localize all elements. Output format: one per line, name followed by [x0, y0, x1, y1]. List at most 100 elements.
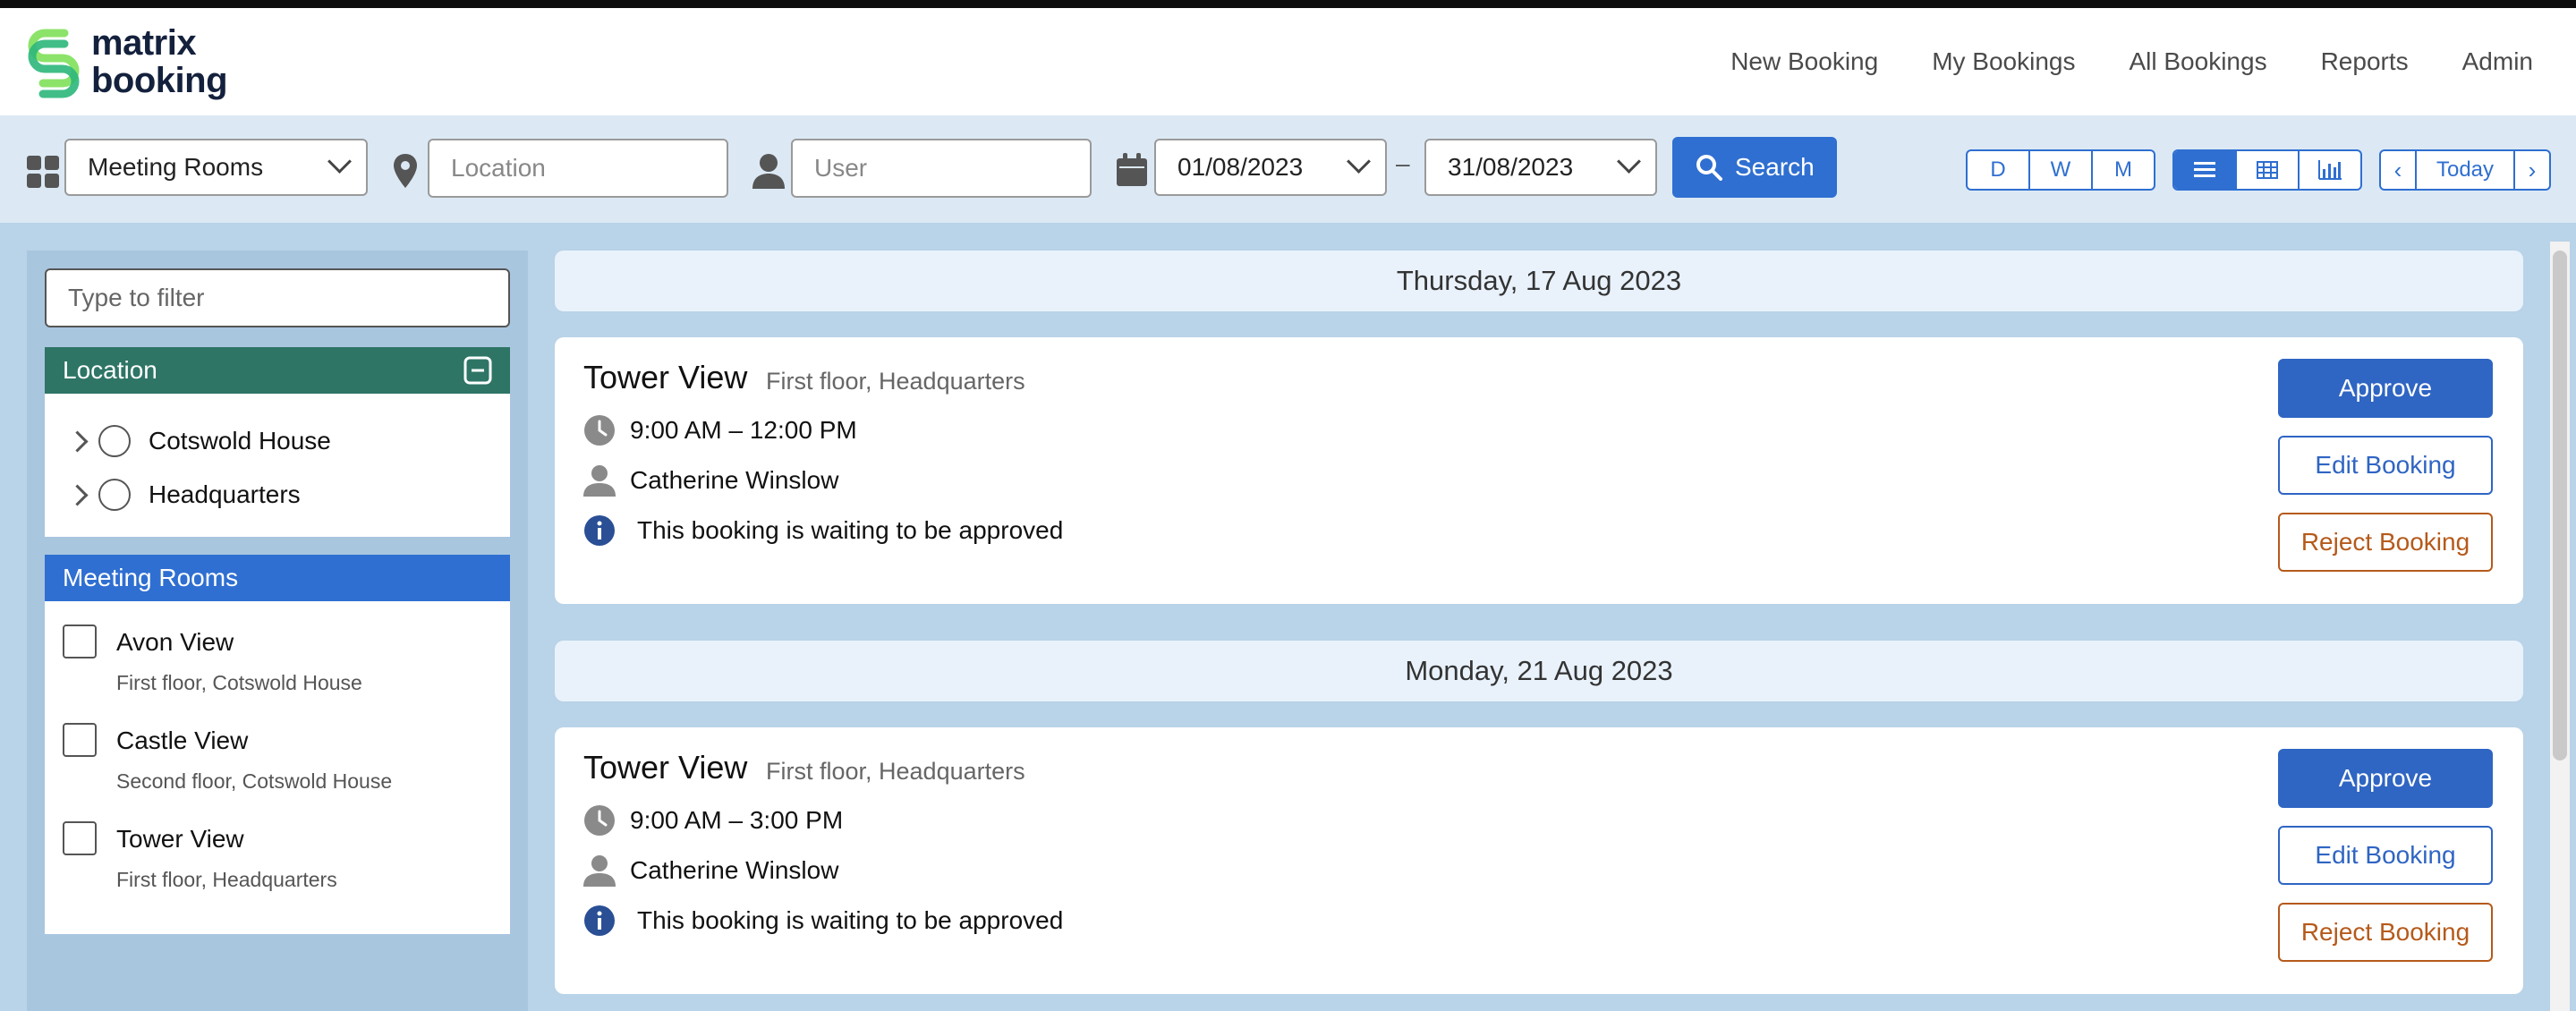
nav-all-bookings[interactable]: All Bookings — [2129, 46, 2266, 78]
collapse-icon[interactable] — [463, 356, 492, 385]
view-mode-toggle — [2172, 149, 2362, 191]
approve-button[interactable]: Approve — [2278, 749, 2493, 808]
room-checkbox[interactable] — [63, 723, 97, 757]
date-to-select[interactable]: 31/08/2023 — [1424, 139, 1657, 196]
bookings-list: Thursday, 17 Aug 2023 Tower View First f… — [555, 251, 2523, 1011]
booking-time: 9:00 AM – 12:00 PM — [630, 416, 857, 444]
room-item-tower-view[interactable]: Tower View First floor, Headquarters — [45, 821, 510, 911]
calendar-icon — [1117, 153, 1147, 186]
date-from-select[interactable]: 01/08/2023 — [1154, 139, 1387, 196]
clock-icon — [584, 805, 615, 836]
chevron-down-icon — [1617, 149, 1641, 174]
date-header: Monday, 21 Aug 2023 — [555, 641, 2523, 701]
resource-type-icon — [27, 156, 59, 188]
location-input[interactable]: Location — [428, 139, 728, 198]
resource-type-value: Meeting Rooms — [88, 153, 264, 181]
room-detail: First floor, Headquarters — [116, 868, 337, 891]
user-icon — [583, 465, 616, 497]
date-separator: – — [1396, 149, 1410, 177]
window-top-strip — [0, 0, 2576, 8]
meeting-rooms-panel: Meeting Rooms Avon View First floor, Cot… — [45, 555, 510, 934]
nav-new-booking[interactable]: New Booking — [1730, 46, 1878, 78]
room-item-avon-view[interactable]: Avon View First floor, Cotswold House — [45, 624, 510, 714]
user-icon — [752, 154, 785, 189]
filter-sidebar: Type to filter Location Cotswold House H… — [27, 251, 528, 1011]
period-week-button[interactable]: W — [2030, 151, 2093, 189]
grid-icon — [2257, 161, 2278, 179]
resource-type-select[interactable]: Meeting Rooms — [64, 139, 368, 196]
reject-booking-button[interactable]: Reject Booking — [2278, 903, 2493, 962]
main-nav: New Booking My Bookings All Bookings Rep… — [1677, 46, 2533, 78]
search-button[interactable]: Search — [1672, 137, 1837, 198]
previous-period-button[interactable]: ‹ — [2381, 151, 2417, 189]
chevron-right-icon: › — [2528, 157, 2537, 183]
matrix-booking-logo[interactable]: matrix booking — [25, 24, 258, 105]
room-checkbox[interactable] — [63, 624, 97, 658]
booking-room-location: First floor, Headquarters — [766, 368, 1025, 395]
location-panel-header[interactable]: Location — [45, 347, 510, 394]
booking-status: This booking is waiting to be approved — [637, 906, 1064, 934]
list-view-button[interactable] — [2174, 151, 2237, 189]
chevron-down-icon — [1347, 149, 1371, 174]
booking-card: Tower View First floor, Headquarters 9:0… — [555, 337, 2523, 604]
search-button-label: Search — [1735, 153, 1815, 181]
date-navigation: ‹ Today › — [2379, 149, 2551, 191]
room-item-castle-view[interactable]: Castle View Second floor, Cotswold House — [45, 723, 510, 812]
nav-admin[interactable]: Admin — [2462, 46, 2533, 78]
meeting-rooms-panel-title: Meeting Rooms — [63, 564, 239, 591]
period-toggle: D W M — [1966, 149, 2155, 191]
location-item-cotswold-house[interactable]: Cotswold House — [45, 419, 510, 463]
filter-placeholder: Type to filter — [68, 284, 205, 311]
location-item-headquarters[interactable]: Headquarters — [45, 472, 510, 517]
room-name: Avon View — [116, 628, 234, 656]
list-icon — [2194, 162, 2215, 177]
approve-button[interactable]: Approve — [2278, 359, 2493, 418]
nav-my-bookings[interactable]: My Bookings — [1932, 46, 2075, 78]
chevron-right-icon[interactable] — [66, 430, 89, 453]
info-icon — [584, 905, 615, 936]
room-name: Tower View — [116, 825, 244, 853]
clock-icon — [584, 415, 615, 446]
info-icon — [584, 515, 615, 546]
room-checkbox[interactable] — [63, 821, 97, 855]
chevron-down-icon — [327, 149, 352, 174]
chevron-left-icon: ‹ — [2393, 157, 2402, 183]
location-pin-icon — [394, 154, 417, 188]
chevron-right-icon[interactable] — [66, 484, 89, 506]
nav-reports[interactable]: Reports — [2321, 46, 2409, 78]
logo-line-1: matrix — [91, 23, 197, 63]
user-icon — [583, 855, 616, 887]
reject-booking-button[interactable]: Reject Booking — [2278, 513, 2493, 572]
scrollbar-thumb[interactable] — [2553, 251, 2567, 760]
location-panel-title: Location — [63, 356, 157, 384]
booking-room-name: Tower View — [583, 359, 748, 395]
period-day-button[interactable]: D — [1968, 151, 2030, 189]
today-button[interactable]: Today — [2417, 151, 2515, 189]
meeting-rooms-panel-header[interactable]: Meeting Rooms — [45, 555, 510, 601]
chart-view-button[interactable] — [2300, 151, 2360, 189]
user-placeholder: User — [814, 154, 868, 182]
next-period-button[interactable]: › — [2515, 151, 2549, 189]
edit-booking-button[interactable]: Edit Booking — [2278, 436, 2493, 495]
booking-user: Catherine Winslow — [630, 466, 839, 494]
chart-icon — [2318, 160, 2342, 180]
booking-user: Catherine Winslow — [630, 856, 839, 884]
logo-mark-icon — [28, 29, 80, 98]
user-input[interactable]: User — [791, 139, 1092, 198]
edit-booking-button[interactable]: Edit Booking — [2278, 826, 2493, 885]
location-label: Cotswold House — [149, 427, 331, 455]
booking-status: This booking is waiting to be approved — [637, 516, 1064, 544]
date-header: Thursday, 17 Aug 2023 — [555, 251, 2523, 311]
booking-room-location: First floor, Headquarters — [766, 758, 1025, 785]
room-name: Castle View — [116, 726, 249, 754]
location-radio[interactable] — [98, 479, 131, 511]
room-detail: First floor, Cotswold House — [116, 671, 362, 694]
app-header: matrix booking New Booking My Bookings A… — [0, 8, 2576, 115]
location-label: Headquarters — [149, 480, 301, 508]
search-toolbar: Meeting Rooms Location User 01/08/2023 –… — [0, 115, 2576, 223]
location-radio[interactable] — [98, 425, 131, 457]
filter-input[interactable]: Type to filter — [45, 268, 510, 327]
period-month-button[interactable]: M — [2093, 151, 2154, 189]
date-from-value: 01/08/2023 — [1177, 153, 1304, 181]
grid-view-button[interactable] — [2237, 151, 2300, 189]
